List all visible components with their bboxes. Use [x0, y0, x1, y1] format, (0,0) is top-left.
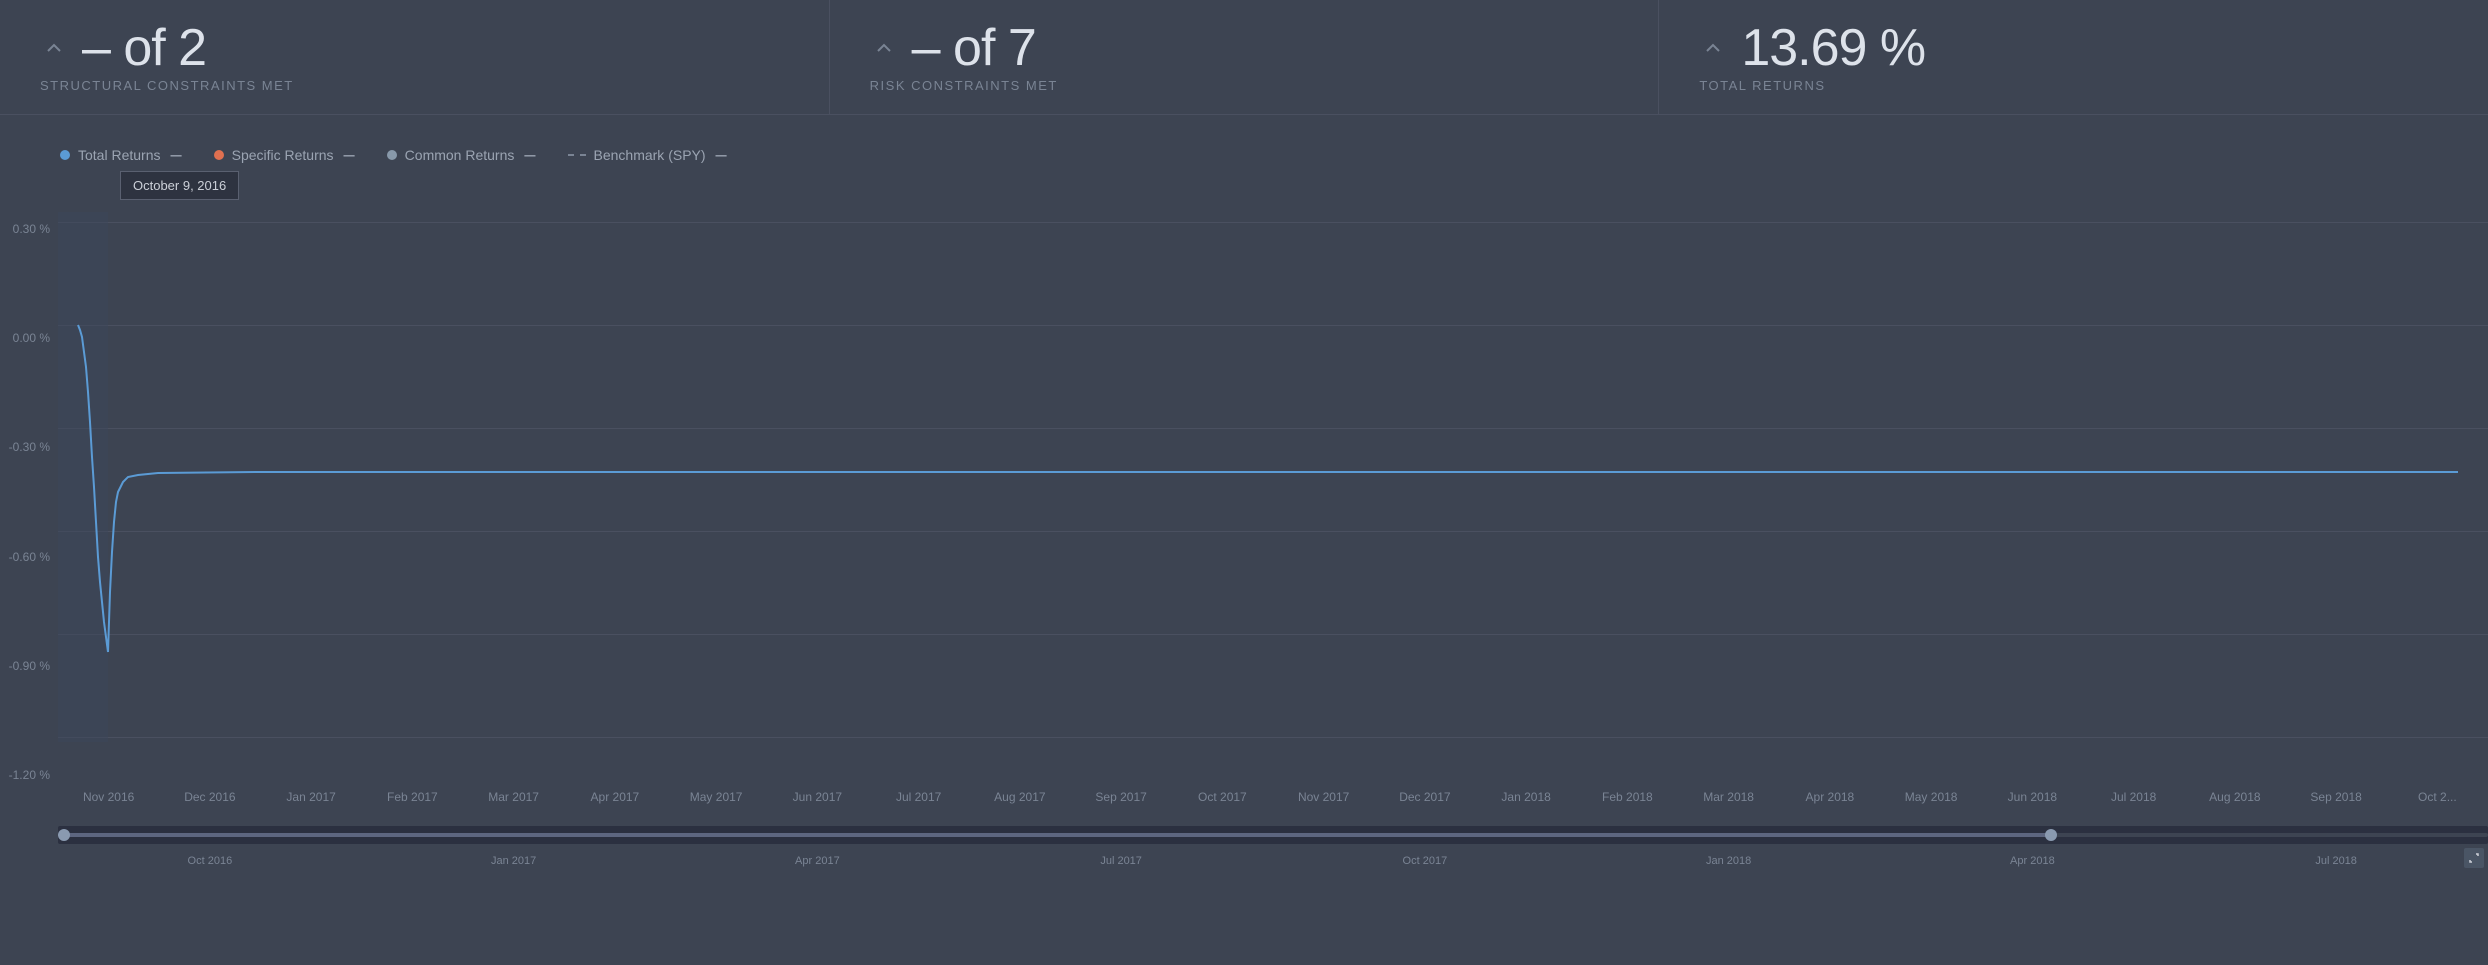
x-label-4: Mar 2017: [463, 790, 564, 804]
top-bar: – of 2 STRUCTURAL CONSTRAINTS MET – of 7…: [0, 0, 2488, 115]
returns-label: TOTAL RETURNS: [1699, 78, 2448, 93]
x-label-7: Jun 2017: [767, 790, 868, 804]
tooltip-date: October 9, 2016: [133, 178, 226, 193]
x-axis: Nov 2016 Dec 2016 Jan 2017 Feb 2017 Mar …: [58, 782, 2488, 812]
structural-label: STRUCTURAL CONSTRAINTS MET: [40, 78, 789, 93]
total-returns-label: Total Returns: [78, 147, 160, 163]
y-label-3: -0.60 %: [0, 550, 58, 564]
total-returns-dot: [60, 150, 70, 160]
x-label-17: Apr 2018: [1779, 790, 1880, 804]
range-label-1: Jan 2017: [362, 855, 666, 867]
returns-icon: [1699, 34, 1727, 62]
specific-returns-dot: [214, 150, 224, 160]
x-label-9: Aug 2017: [969, 790, 1070, 804]
chart-svg: [58, 212, 2488, 742]
chart-container: 0.30 % 0.00 % -0.30 % -0.60 % -0.90 % -1…: [0, 212, 2488, 872]
x-label-20: Jul 2018: [2083, 790, 2184, 804]
y-label-1: 0.00 %: [0, 331, 58, 345]
range-label-5: Jan 2018: [1577, 855, 1881, 867]
returns-metric: 13.69 % TOTAL RETURNS: [1659, 0, 2488, 114]
x-label-21: Aug 2018: [2184, 790, 2285, 804]
x-label-16: Mar 2018: [1678, 790, 1779, 804]
x-label-8: Jul 2017: [868, 790, 969, 804]
benchmark-icon: [568, 154, 586, 156]
y-label-2: -0.30 %: [0, 440, 58, 454]
range-label-3: Jul 2017: [969, 855, 1273, 867]
range-label-4: Oct 2017: [1273, 855, 1577, 867]
x-label-5: Apr 2017: [564, 790, 665, 804]
structural-icon: [40, 34, 68, 62]
range-label-6: Apr 2018: [1881, 855, 2185, 867]
range-label-2: Apr 2017: [666, 855, 970, 867]
benchmark-label: Benchmark (SPY): [594, 147, 706, 163]
range-label-0: Oct 2016: [58, 855, 362, 867]
x-label-12: Nov 2017: [1273, 790, 1374, 804]
risk-label: RISK CONSTRAINTS MET: [870, 78, 1619, 93]
y-label-0: 0.30 %: [0, 222, 58, 236]
structural-metric: – of 2 STRUCTURAL CONSTRAINTS MET: [0, 0, 830, 114]
y-label-4: -0.90 %: [0, 659, 58, 673]
legend-benchmark[interactable]: Benchmark (SPY) –: [568, 145, 727, 165]
x-label-2: Jan 2017: [261, 790, 362, 804]
specific-returns-label: Specific Returns: [232, 147, 334, 163]
range-handle-right[interactable]: [2045, 829, 2057, 841]
common-returns-minus: –: [524, 145, 535, 165]
common-returns-dot: [387, 150, 397, 160]
risk-value: – of 7: [912, 22, 1036, 74]
specific-returns-minus: –: [344, 145, 355, 165]
total-returns-line: [78, 325, 2458, 652]
x-label-10: Sep 2017: [1071, 790, 1172, 804]
tooltip-container: October 9, 2016: [0, 171, 2488, 208]
legend-specific-returns[interactable]: Specific Returns –: [214, 145, 355, 165]
x-label-1: Dec 2016: [159, 790, 260, 804]
x-label-23: Oct 2...: [2387, 790, 2488, 804]
range-bar-wrapper[interactable]: [58, 826, 2488, 844]
x-label-11: Oct 2017: [1172, 790, 1273, 804]
y-label-5: -1.20 %: [0, 768, 58, 782]
returns-value: 13.69 %: [1741, 22, 1925, 74]
range-handle-left[interactable]: [58, 829, 70, 841]
legend-common-returns[interactable]: Common Returns –: [387, 145, 536, 165]
chart-corner-icon[interactable]: [2464, 848, 2484, 868]
x-label-0: Nov 2016: [58, 790, 159, 804]
x-label-15: Feb 2018: [1577, 790, 1678, 804]
risk-metric: – of 7 RISK CONSTRAINTS MET: [830, 0, 1660, 114]
x-label-6: May 2017: [666, 790, 767, 804]
x-label-14: Jan 2018: [1476, 790, 1577, 804]
expand-icon: [2468, 852, 2480, 864]
y-axis: 0.30 % 0.00 % -0.30 % -0.60 % -0.90 % -1…: [0, 212, 58, 792]
x-label-13: Dec 2017: [1374, 790, 1475, 804]
x-label-18: May 2018: [1881, 790, 1982, 804]
benchmark-minus: –: [716, 145, 727, 165]
x-label-3: Feb 2017: [362, 790, 463, 804]
common-returns-label: Common Returns: [405, 147, 515, 163]
risk-icon: [870, 34, 898, 62]
total-returns-minus: –: [170, 145, 181, 165]
tooltip-box: October 9, 2016: [120, 171, 239, 200]
legend-row: Total Returns – Specific Returns – Commo…: [0, 135, 2488, 171]
range-label-7: Jul 2018: [2184, 855, 2488, 867]
chart-area: Total Returns – Specific Returns – Commo…: [0, 115, 2488, 872]
x-label-22: Sep 2018: [2286, 790, 2387, 804]
x-label-19: Jun 2018: [1982, 790, 2083, 804]
range-selected-track: [58, 833, 2051, 837]
range-labels-row: Oct 2016 Jan 2017 Apr 2017 Jul 2017 Oct …: [58, 855, 2488, 867]
structural-value: – of 2: [82, 22, 206, 74]
chart-plot: [58, 212, 2488, 792]
legend-total-returns[interactable]: Total Returns –: [60, 145, 182, 165]
